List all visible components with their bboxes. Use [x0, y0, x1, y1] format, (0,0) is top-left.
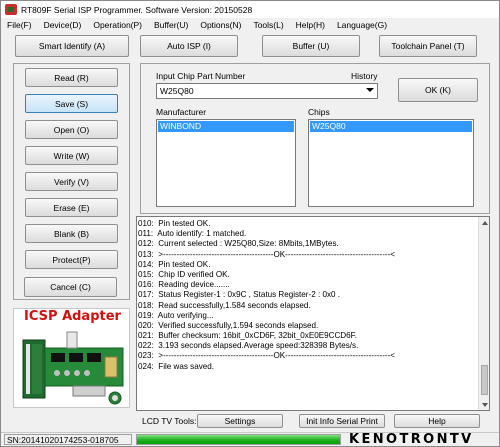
log-line: 018: Read successfully,1.584 seconds ela… — [138, 300, 311, 310]
read-button[interactable]: Read (R) — [25, 68, 118, 87]
menu-options[interactable]: Options(N) — [200, 20, 241, 30]
write-button[interactable]: Write (W) — [25, 146, 118, 165]
log-line: 017: Status Register-1 : 0x9C , Status R… — [138, 290, 340, 300]
log-line: 016: Reading device....... — [138, 280, 230, 290]
operations-panel: Read (R) Save (S) Open (O) Write (W) Ver… — [13, 63, 130, 300]
log-line: 019: Auto verifying... — [138, 310, 214, 320]
menu-file[interactable]: File(F) — [7, 20, 32, 30]
menu-tools[interactable]: Tools(L) — [253, 20, 283, 30]
menu-language[interactable]: Language(G) — [337, 20, 387, 30]
log-line: 024: File was saved. — [138, 361, 215, 371]
scroll-thumb[interactable] — [481, 365, 488, 395]
adapter-board-icon — [22, 331, 124, 405]
chips-label: Chips — [308, 107, 330, 117]
log-line: 012: Current selected : W25Q80,Size: 8Mb… — [138, 239, 339, 249]
log-line: 015: Chip ID verified OK. — [138, 269, 230, 279]
menu-buffer[interactable]: Buffer(U) — [154, 20, 188, 30]
history-label: History — [351, 71, 378, 81]
smart-identify-button[interactable]: Smart Identify (A) — [15, 35, 129, 57]
scroll-down-icon[interactable] — [480, 400, 489, 409]
list-item[interactable]: WINBOND — [158, 121, 294, 132]
progress-bar — [136, 434, 341, 445]
settings-button[interactable]: Settings — [197, 414, 283, 428]
log-output[interactable]: 010: Pin tested OK. 011: Auto identify: … — [136, 216, 490, 411]
list-item[interactable]: W25Q80 — [310, 121, 472, 132]
protect-button[interactable]: Protect(P) — [25, 250, 118, 269]
verify-button[interactable]: Verify (V) — [25, 172, 118, 191]
open-button[interactable]: Open (O) — [25, 120, 118, 139]
cancel-button[interactable]: Cancel (C) — [24, 277, 117, 297]
toolchain-panel-button[interactable]: Toolchain Panel (T) — [379, 35, 477, 57]
menu-help[interactable]: Help(H) — [296, 20, 325, 30]
log-scrollbar[interactable] — [478, 217, 489, 410]
icsp-adapter-image: ICSP Adapter — [13, 308, 130, 408]
buffer-button[interactable]: Buffer (U) — [262, 35, 360, 57]
progress-fill — [137, 435, 340, 444]
log-lines: 010: Pin tested OK. 011: Auto identify: … — [138, 219, 478, 372]
status-bar: SN:20141020174253-018705 KENOTRONTV — [1, 432, 499, 447]
watermark-logo: KENOTRONTV — [349, 432, 474, 447]
window-title: RT809F Serial ISP Programmer. Software V… — [21, 4, 253, 15]
menu-device[interactable]: Device(D) — [44, 20, 82, 30]
menu-operation[interactable]: Operation(P) — [93, 20, 142, 30]
lcd-tv-tools-label: LCD TV Tools: — [142, 416, 197, 426]
app-window: RT809F Serial ISP Programmer. Software V… — [0, 0, 500, 447]
dropdown-arrow-icon[interactable] — [366, 88, 374, 92]
log-line: 013: >----------------------------------… — [138, 249, 396, 259]
blank-button[interactable]: Blank (B) — [25, 224, 118, 243]
log-line: 023: >----------------------------------… — [138, 351, 396, 361]
log-line: 014: Pin tested OK. — [138, 259, 211, 269]
log-line: 020: Verified successfully,1.594 seconds… — [138, 320, 319, 330]
save-button[interactable]: Save (S) — [25, 94, 118, 113]
erase-button[interactable]: Erase (E) — [25, 198, 118, 217]
chips-list[interactable]: W25Q80 — [308, 119, 474, 207]
log-line: 021: Buffer checksum: 16bit_0xCD6F, 32bi… — [138, 331, 357, 341]
log-line: 022: 3.193 seconds elapsed.Average speed… — [138, 341, 359, 351]
part-number-value: W25Q80 — [160, 86, 194, 96]
chip-selection-panel: Input Chip Part Number History W25Q80 OK… — [140, 63, 490, 214]
ok-button[interactable]: OK (K) — [398, 78, 478, 102]
title-bar: RT809F Serial ISP Programmer. Software V… — [1, 1, 499, 18]
manufacturer-list[interactable]: WINBOND — [156, 119, 296, 207]
serial-number: SN:20141020174253-018705 — [4, 434, 132, 445]
manufacturer-label: Manufacturer — [156, 107, 207, 117]
part-number-label: Input Chip Part Number — [156, 71, 246, 81]
init-info-serial-print-button[interactable]: Init Info Serial Print — [299, 414, 385, 428]
help-button[interactable]: Help — [394, 414, 480, 428]
auto-isp-button[interactable]: Auto ISP (I) — [140, 35, 238, 57]
menu-bar: File(F) Device(D) Operation(P) Buffer(U)… — [1, 18, 499, 32]
log-line: 011: Auto identify: 1 matched. — [138, 229, 247, 239]
lcd-tv-tools-strip: LCD TV Tools: Settings Init Info Serial … — [136, 414, 490, 428]
part-number-combobox[interactable]: W25Q80 — [156, 83, 378, 99]
app-icon — [5, 4, 17, 15]
log-line: 010: Pin tested OK. — [138, 219, 211, 228]
adapter-title: ICSP Adapter — [24, 309, 121, 324]
scroll-up-icon[interactable] — [480, 218, 489, 227]
